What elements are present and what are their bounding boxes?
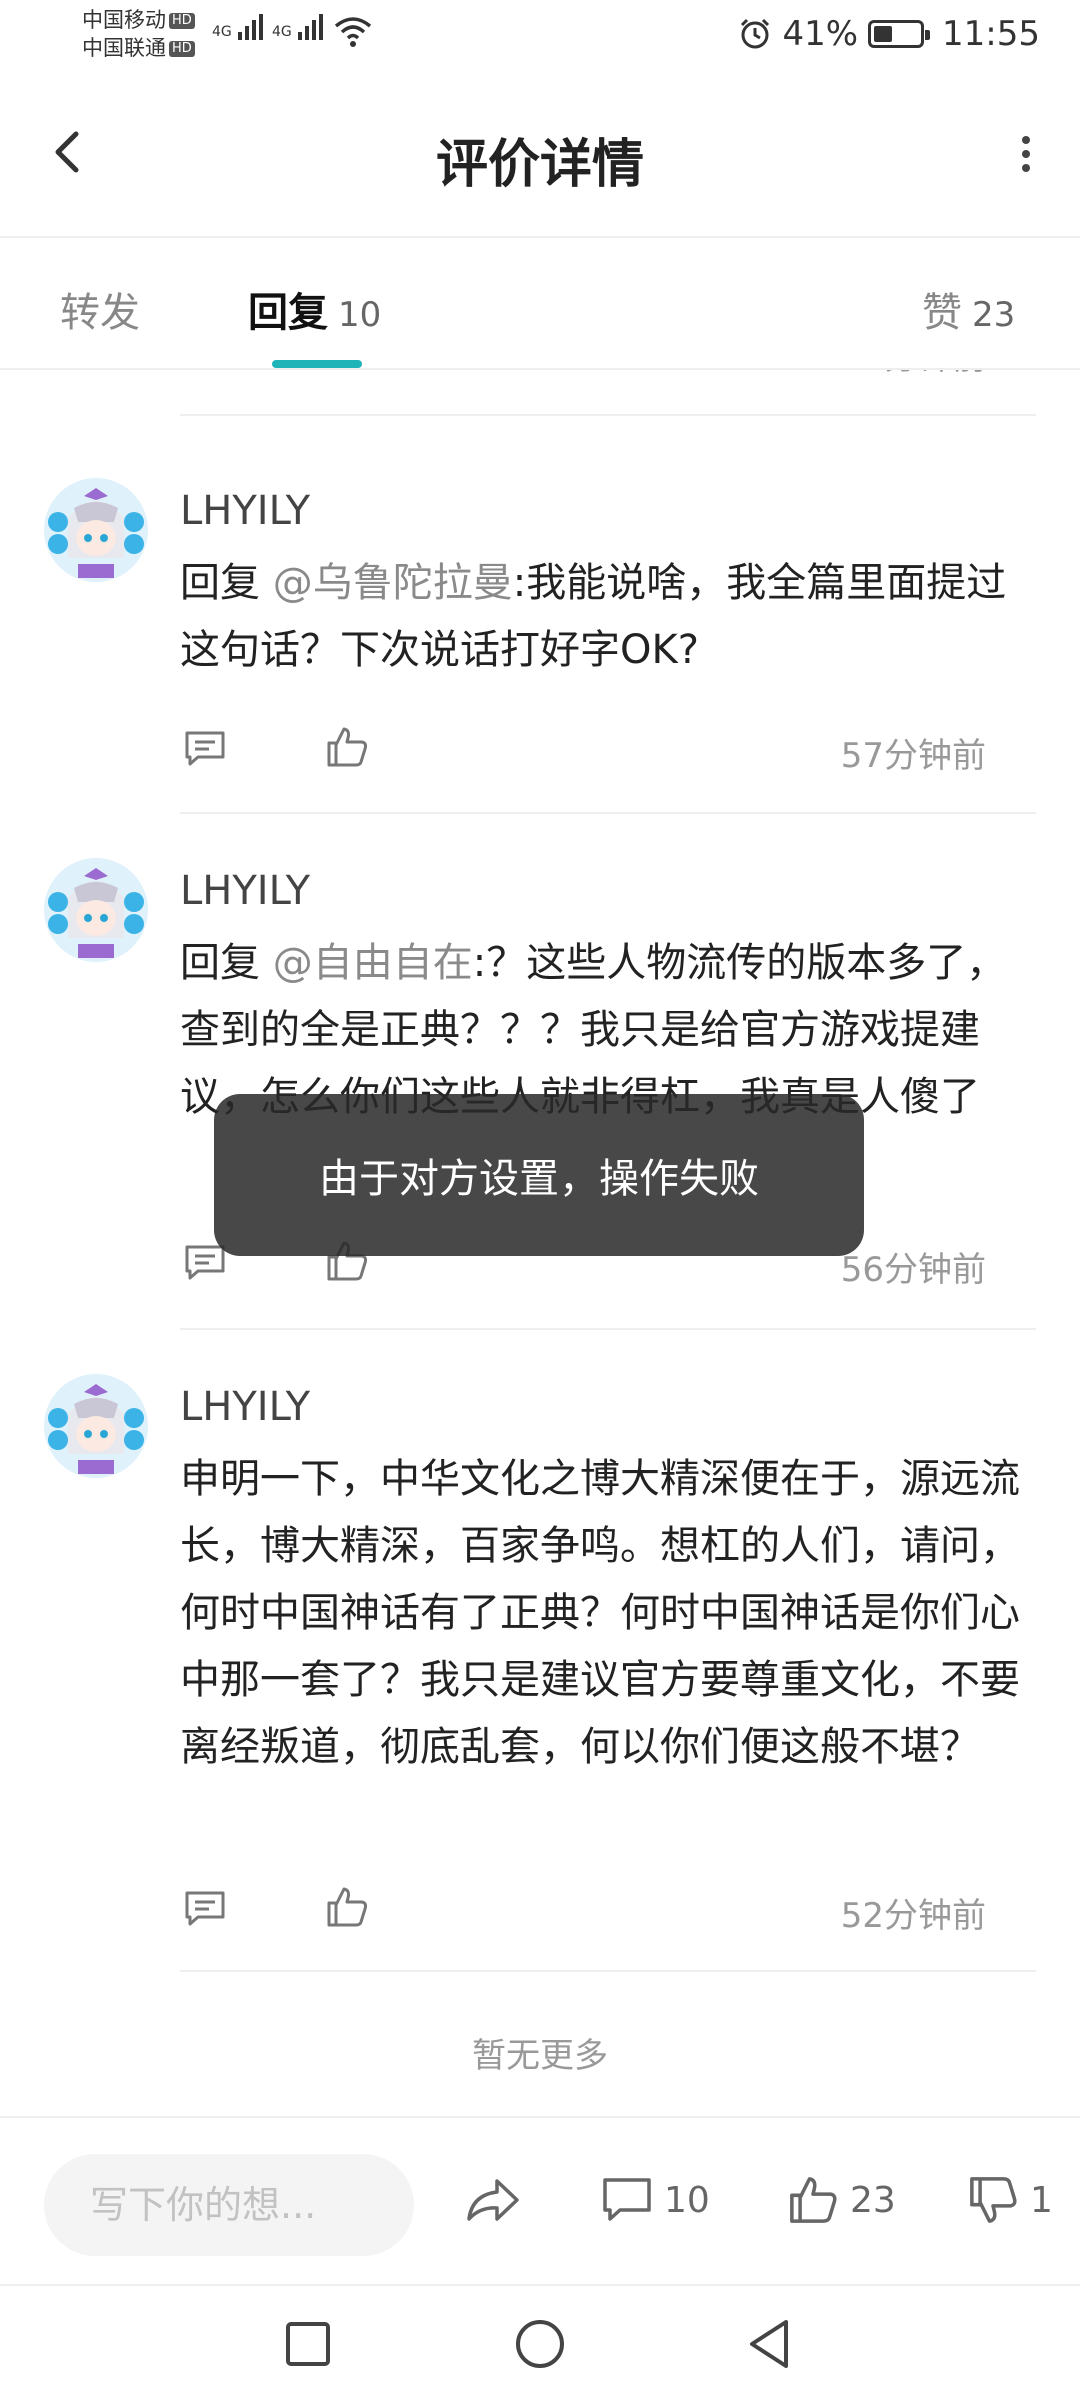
comment-time: 58分钟前 <box>841 370 986 379</box>
thumbs-up-icon[interactable] <box>324 1884 370 1930</box>
tab-reply[interactable]: 回复 10 <box>248 280 381 338</box>
comment-divider <box>180 414 1036 416</box>
username[interactable]: LHYILY <box>180 488 310 534</box>
avatar[interactable] <box>44 1374 148 1478</box>
tab-like-count: 23 <box>972 295 1016 335</box>
reply-icon[interactable] <box>196 370 242 372</box>
username[interactable]: LHYILY <box>180 1384 310 1430</box>
comment-button[interactable]: 10 <box>600 2170 710 2230</box>
comment-time: 56分钟前 <box>840 1250 986 1290</box>
tab-reply-count: 10 <box>338 295 382 335</box>
bottom-action-bar: 10 23 1 <box>0 2116 1080 2284</box>
comment-icon <box>603 2178 651 2221</box>
mention-link[interactable]: @乌鲁陀拉曼 <box>273 560 513 606</box>
tab-reply-label: 回复 <box>248 290 328 336</box>
thumbs-down-icon <box>970 2177 1017 2223</box>
more-button[interactable] <box>1000 122 1050 182</box>
avatar-image <box>44 858 148 962</box>
tab-active-indicator <box>272 360 362 368</box>
system-nav-bar <box>0 2284 1080 2400</box>
partial-comment-actions: 58分钟前 <box>0 370 1080 422</box>
dislike-count: 1 <box>1030 2179 1053 2221</box>
network-type-2: 4G <box>272 24 292 40</box>
comment-divider <box>180 1328 1036 1330</box>
avatar[interactable] <box>44 478 148 582</box>
like-button[interactable]: 23 <box>786 2170 896 2230</box>
like-count: 23 <box>850 2179 896 2221</box>
comment-divider <box>180 1970 1036 1972</box>
dislike-button[interactable]: 1 <box>966 2170 1053 2230</box>
compose-box[interactable] <box>44 2154 414 2256</box>
thumbs-up-icon[interactable] <box>324 370 370 372</box>
tab-bar: 转发 回复 10 赞 23 <box>0 238 1080 370</box>
mention-link[interactable]: @自由自在 <box>273 940 473 986</box>
comment-text: 申明一下，中华文化之博大精深便在于，源远流长，博大精深，百家争鸣。想杠的人们，请… <box>180 1456 1020 1770</box>
wifi-icon <box>334 17 372 47</box>
comment-divider <box>180 812 1036 814</box>
toast-message: 由于对方设置，操作失败 <box>214 1094 864 1256</box>
comment-text: 回复 @乌鲁陀拉曼:我能说啥，我全篇里面提过这句话？下次说话打好字OK? <box>180 550 1020 684</box>
comment-time: 57分钟前 <box>840 736 986 776</box>
tab-like-label: 赞 <box>922 290 962 336</box>
reply-icon[interactable] <box>182 726 228 772</box>
hd-badge: HD <box>169 13 195 29</box>
comment-time: 52分钟前 <box>840 1896 986 1936</box>
toast-text: 由于对方设置，操作失败 <box>319 1156 759 1202</box>
reply-prefix: 回复 <box>180 940 273 986</box>
thumbs-up-icon[interactable] <box>324 724 370 770</box>
clock: 11:55 <box>942 14 1040 54</box>
title-bar: 评价详情 <box>0 72 1080 238</box>
signal-2-icon: 4G <box>272 14 324 40</box>
alarm-icon <box>741 18 770 49</box>
thumbs-up-icon <box>790 2177 837 2223</box>
battery-icon <box>868 20 931 48</box>
status-bar: 中国移动 HD 中国联通 HD 4G 4G 41% 11:55 <box>0 0 1080 72</box>
reply-icon[interactable] <box>182 1886 228 1932</box>
status-right: 41% 11:55 <box>738 14 1040 54</box>
home-circle-icon[interactable] <box>510 2314 570 2374</box>
avatar-image <box>44 1374 148 1478</box>
recents-square-icon[interactable] <box>278 2314 338 2374</box>
hd-badge: HD <box>169 41 195 57</box>
battery-percent: 41% <box>782 14 859 54</box>
tab-like[interactable]: 赞 23 <box>922 280 1015 338</box>
comment-count: 10 <box>664 2179 710 2221</box>
username[interactable]: LHYILY <box>180 868 310 914</box>
signal-1-icon: 4G <box>212 14 264 40</box>
compose-input[interactable] <box>90 2178 390 2232</box>
share-button[interactable] <box>464 2170 532 2230</box>
avatar-image <box>44 478 148 582</box>
no-more-text: 暂无更多 <box>472 2036 608 2076</box>
reply-prefix: 回复 <box>180 560 273 606</box>
tab-forward[interactable]: 转发 <box>60 280 140 338</box>
share-icon <box>467 2179 519 2221</box>
back-triangle-icon[interactable] <box>740 2314 800 2374</box>
carrier-1: 中国移动 <box>82 8 166 32</box>
page-title: 评价详情 <box>435 135 644 195</box>
carrier-2: 中国联通 <box>82 36 166 60</box>
network-type-1: 4G <box>212 24 232 40</box>
carrier-info: 中国移动 HD 中国联通 HD <box>82 6 195 62</box>
avatar[interactable] <box>44 858 148 962</box>
tab-forward-label: 转发 <box>60 290 140 336</box>
